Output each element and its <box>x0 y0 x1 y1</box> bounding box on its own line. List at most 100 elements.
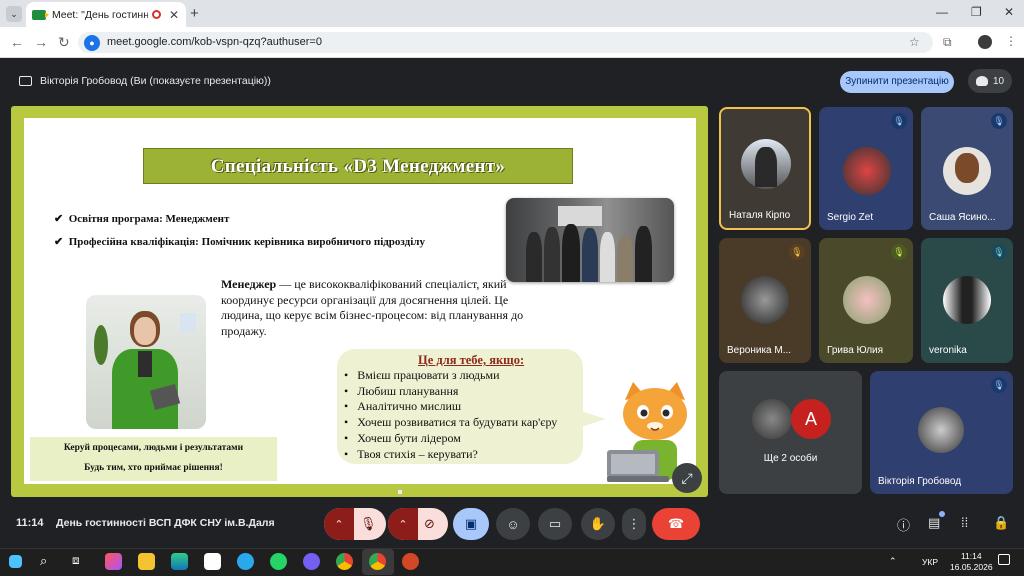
mic-off-icon: 🎙 <box>891 113 907 129</box>
mic-off-icon: 🎙 <box>789 244 805 260</box>
present-icon[interactable]: ▣ <box>453 508 489 540</box>
avatar <box>741 276 789 324</box>
presenter-banner: Вікторія Гробовод (Ви (показуєте презент… <box>40 75 271 87</box>
mic-off-icon: 🎙 <box>991 377 1007 393</box>
participant-tile[interactable]: 🎙 Вероника М... <box>719 238 811 363</box>
copilot-icon[interactable] <box>105 553 122 570</box>
powerpoint-icon[interactable] <box>402 553 419 570</box>
manager-woman-photo <box>86 295 206 429</box>
window-close-button[interactable]: ✕ <box>1004 5 1014 19</box>
mic-off-icon[interactable]: 🎙 <box>360 516 377 532</box>
speech-bubble-tail <box>578 410 606 428</box>
participant-name: Вероника М... <box>727 345 792 356</box>
avatar <box>752 399 792 439</box>
avatar <box>943 276 991 324</box>
bullet-text: Освітня програма: Менеджмент <box>68 213 230 225</box>
avatar <box>843 147 891 195</box>
camera-control: ⌃ ⊘ <box>388 508 448 540</box>
emoji-icon[interactable]: ☺ <box>496 508 530 540</box>
telegram-icon[interactable] <box>237 553 254 570</box>
host-controls-icon[interactable]: 🔒 <box>993 515 1009 531</box>
more-participants-label: Ще 2 особи <box>763 453 818 464</box>
tab-title: Meet: "День гостинності В <box>52 8 148 21</box>
windows-start-icon[interactable] <box>9 555 22 568</box>
group-photo <box>506 198 674 282</box>
camera-off-icon[interactable]: ⊘ <box>424 516 435 532</box>
chat-icon[interactable]: ▤ <box>928 515 940 531</box>
back-arrow-icon[interactable]: ← <box>10 34 24 50</box>
activities-icon[interactable]: ⁞⁞ <box>961 515 968 530</box>
mic-off-icon: 🎙 <box>991 244 1007 260</box>
meet-favicon-icon <box>32 9 49 20</box>
participant-tile[interactable]: 🎙 veronika <box>921 238 1013 363</box>
info-icon[interactable]: ⓘ <box>897 515 910 534</box>
bubble-item: Аналітично мислиш <box>344 399 557 415</box>
taskbar-clock[interactable]: 11:14 16.05.2026 <box>950 551 993 573</box>
search-icon[interactable]: ⌕ <box>40 553 57 570</box>
notifications-icon[interactable] <box>998 554 1010 565</box>
url-text[interactable]: meet.google.com/kob-vspn-qzq?authuser=0 <box>107 36 322 48</box>
edge-icon[interactable] <box>171 553 188 570</box>
tab-search-button[interactable]: ⌄ <box>6 6 22 22</box>
mic-off-icon: 🎙 <box>891 244 907 260</box>
language-indicator[interactable]: УКР <box>922 557 938 567</box>
participant-tile[interactable]: 🎙 Sergio Zet <box>819 107 913 230</box>
site-info-icon[interactable]: ● <box>84 35 100 51</box>
meeting-time: 11:14 <box>16 517 44 529</box>
raise-hand-icon[interactable]: ✋ <box>581 508 615 540</box>
participant-tile[interactable]: 🎙 Саша Ясино... <box>921 107 1013 230</box>
caption-line: Будь тим, хто приймає рішення! <box>84 463 223 473</box>
participant-name: Sergio Zet <box>827 212 874 223</box>
clock-date: 16.05.2026 <box>950 562 993 572</box>
chat-notification-dot <box>939 511 945 517</box>
participant-name: veronika <box>929 345 967 356</box>
tray-chevron-icon[interactable]: ⌃ <box>889 556 897 567</box>
mouse-cursor <box>398 490 402 494</box>
forward-arrow-icon[interactable]: → <box>34 34 48 50</box>
store-icon[interactable] <box>204 553 221 570</box>
participant-name: Грива Юлия <box>827 345 884 356</box>
chrome-icon[interactable] <box>336 553 353 570</box>
avatar <box>741 139 791 189</box>
mic-off-icon: 🎙 <box>991 113 1007 129</box>
camera-options-button[interactable]: ⌃ <box>388 508 418 540</box>
manager-definition: Менеджер — це висококваліфікований спеці… <box>221 277 551 339</box>
browser-tab[interactable]: Meet: "День гостинності В ✕ <box>26 2 186 27</box>
new-tab-button[interactable]: + <box>190 5 199 22</box>
bubble-item: Хочеш бути лідером <box>344 431 557 447</box>
more-participants-tile[interactable]: A Ще 2 особи <box>719 371 862 494</box>
slide-bullet: ✔ Освітня програма: Менеджмент <box>54 213 230 225</box>
maximize-button[interactable]: ❐ <box>971 5 982 19</box>
captions-icon[interactable]: ▭ <box>538 508 572 540</box>
extensions-icon[interactable]: ⧉ <box>943 35 952 50</box>
viber-icon[interactable] <box>303 553 320 570</box>
chrome-menu-icon[interactable]: ⋮ <box>1005 34 1017 48</box>
slide-caption-box: Керуй процесами, людьми і результатами Б… <box>30 437 277 481</box>
profile-avatar[interactable] <box>978 35 992 49</box>
chrome-active-icon[interactable] <box>369 553 386 570</box>
avatar <box>918 407 964 453</box>
stop-presenting-button[interactable]: Зупинити презентацію <box>840 71 954 93</box>
whatsapp-icon[interactable] <box>270 553 287 570</box>
reload-icon[interactable]: ↻ <box>58 34 70 51</box>
task-view-icon[interactable]: ⧈ <box>72 553 89 570</box>
expand-icon[interactable]: ⤢ <box>672 463 702 493</box>
more-vert-icon[interactable]: ⋮ <box>622 508 646 540</box>
participant-tile[interactable]: Наталя Кірпо <box>719 107 811 230</box>
bubble-item: Твоя стихія – керувати? <box>344 447 557 463</box>
participant-tile[interactable]: 🎙 Вікторія Гробовод <box>870 371 1013 494</box>
tab-close-button[interactable]: ✕ <box>169 8 179 22</box>
end-call-icon[interactable]: ☎ <box>652 508 700 540</box>
bookmark-star-icon[interactable]: ☆ <box>909 35 920 49</box>
mic-options-button[interactable]: ⌃ <box>324 508 354 540</box>
slide-bullet: ✔ Професійна кваліфікація: Помічник кері… <box>54 236 425 248</box>
people-icon <box>975 76 988 86</box>
manager-term: Менеджер <box>221 277 277 291</box>
participant-name: Наталя Кірпо <box>729 210 791 221</box>
minimize-button[interactable]: — <box>936 5 948 19</box>
participants-button[interactable]: 10 <box>968 69 1012 93</box>
participant-name: Саша Ясино... <box>929 212 996 223</box>
file-explorer-icon[interactable] <box>138 553 155 570</box>
participant-name: Вікторія Гробовод <box>878 476 962 487</box>
participant-tile[interactable]: 🎙 Грива Юлия <box>819 238 913 363</box>
